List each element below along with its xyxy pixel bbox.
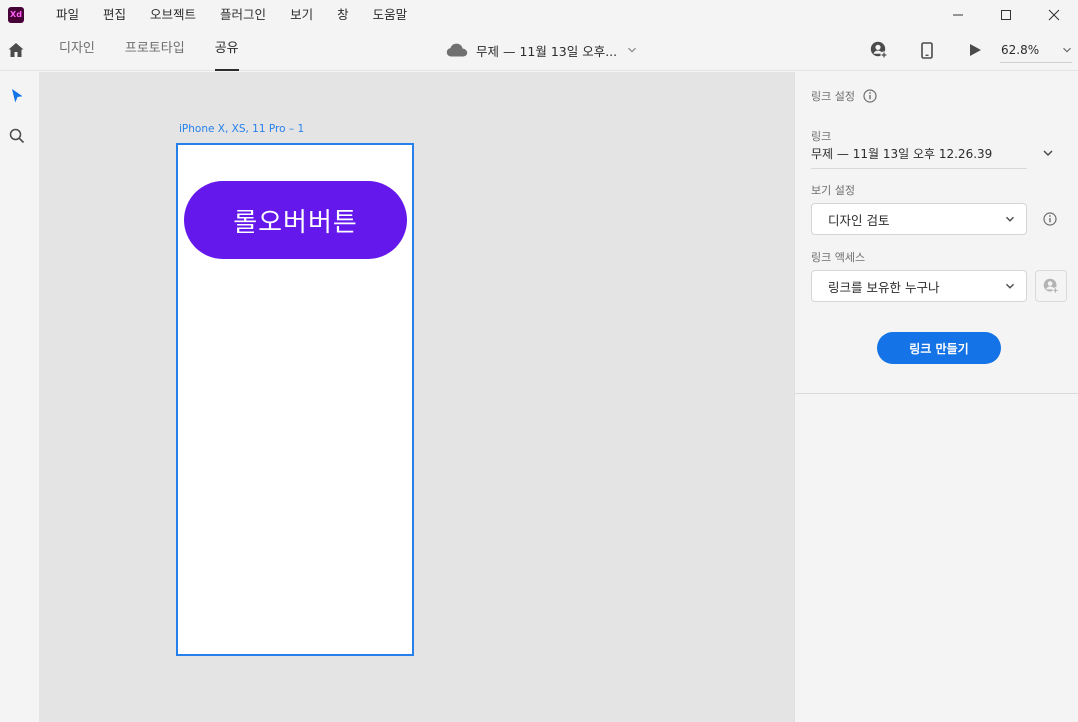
zoom-select[interactable]: 62.8% bbox=[1000, 37, 1072, 63]
menu-view[interactable]: 보기 bbox=[278, 0, 325, 29]
link-settings-section: 링크 설정 링크 무제 — 11월 13일 오후 12.26.39 보기 설정 … bbox=[795, 72, 1078, 394]
link-dropdown-button[interactable] bbox=[1041, 146, 1055, 160]
preview-play-button[interactable] bbox=[966, 41, 984, 59]
user-add-icon bbox=[870, 41, 888, 59]
share-panel: 링크 설정 링크 무제 — 11월 13일 오후 12.26.39 보기 설정 … bbox=[794, 72, 1078, 722]
menu-help[interactable]: 도움말 bbox=[361, 0, 420, 29]
design-canvas[interactable]: iPhone X, XS, 11 Pro – 1 롤오버버튼 bbox=[40, 72, 794, 722]
search-icon bbox=[9, 128, 25, 144]
tab-design[interactable]: 디자인 bbox=[44, 29, 110, 71]
tab-share[interactable]: 공유 bbox=[200, 29, 254, 71]
app-toolbar: 디자인 프로토타입 공유 무제 — 11월 13일 오후... 62.8% bbox=[0, 29, 1078, 71]
home-icon bbox=[8, 43, 24, 57]
link-settings-heading: 링크 설정 bbox=[811, 90, 855, 103]
minimize-icon bbox=[953, 14, 963, 15]
chevron-down-icon bbox=[1006, 216, 1014, 222]
chevron-down-icon bbox=[1043, 150, 1053, 157]
link-access-value: 링크를 보유한 누구나 bbox=[828, 279, 940, 295]
maximize-icon bbox=[1001, 9, 1011, 20]
chevron-down-icon bbox=[1063, 47, 1071, 53]
chevron-down-icon bbox=[1006, 283, 1014, 289]
cloud-icon bbox=[446, 43, 468, 57]
menu-bar: 파일 편집 오브젝트 플러그인 보기 창 도움말 bbox=[44, 0, 419, 29]
toolbar-right: 62.8% bbox=[870, 29, 1078, 71]
close-button[interactable] bbox=[1030, 0, 1078, 29]
maximize-button[interactable] bbox=[982, 0, 1030, 29]
link-name-field[interactable]: 무제 — 11월 13일 오후 12.26.39 bbox=[811, 145, 1027, 169]
menu-edit[interactable]: 편집 bbox=[91, 0, 138, 29]
info-icon bbox=[1043, 212, 1057, 226]
zoom-value: 62.8% bbox=[1001, 42, 1040, 57]
tab-prototype[interactable]: 프로토타입 bbox=[110, 29, 200, 71]
view-setting-dropdown[interactable]: 디자인 검토 bbox=[811, 203, 1027, 235]
menu-window[interactable]: 창 bbox=[325, 0, 361, 29]
view-setting-label: 보기 설정 bbox=[811, 184, 855, 197]
document-title-menu[interactable]: 무제 — 11월 13일 오후... bbox=[446, 29, 637, 71]
artboard-label[interactable]: iPhone X, XS, 11 Pro – 1 bbox=[179, 123, 304, 135]
menu-file[interactable]: 파일 bbox=[44, 0, 91, 29]
link-access-label: 링크 액세스 bbox=[811, 251, 866, 264]
tool-rail bbox=[0, 72, 40, 722]
chevron-down-icon bbox=[628, 47, 637, 53]
close-icon bbox=[1048, 9, 1060, 20]
artboard[interactable]: 롤오버버튼 bbox=[176, 143, 414, 656]
zoom-tool[interactable] bbox=[8, 127, 26, 145]
document-title: 무제 — 11월 13일 오후... bbox=[476, 43, 618, 59]
create-link-button[interactable]: 링크 만들기 bbox=[877, 332, 1001, 364]
link-settings-title: 링크 설정 bbox=[811, 88, 877, 104]
title-bar: Xd 파일 편집 오브젝트 플러그인 보기 창 도움말 bbox=[0, 0, 1078, 29]
link-access-dropdown[interactable]: 링크를 보유한 누구나 bbox=[811, 270, 1027, 302]
play-icon bbox=[970, 44, 981, 56]
minimize-button[interactable] bbox=[934, 0, 982, 29]
window-controls bbox=[934, 0, 1078, 29]
xd-logo: Xd bbox=[8, 6, 24, 23]
link-label: 링크 bbox=[811, 130, 832, 143]
menu-object[interactable]: 오브젝트 bbox=[138, 0, 208, 29]
view-setting-value: 디자인 검토 bbox=[828, 212, 890, 228]
menu-plugins[interactable]: 플러그인 bbox=[208, 0, 278, 29]
pointer-icon bbox=[12, 89, 23, 103]
invite-button[interactable] bbox=[870, 41, 888, 59]
view-setting-info-button[interactable] bbox=[1043, 212, 1057, 226]
invite-people-button[interactable] bbox=[1035, 270, 1067, 302]
info-icon[interactable] bbox=[863, 89, 877, 103]
rollover-button[interactable]: 롤오버버튼 bbox=[184, 181, 407, 259]
mobile-icon bbox=[921, 41, 933, 59]
home-button[interactable] bbox=[7, 41, 25, 59]
user-add-icon bbox=[1043, 278, 1059, 294]
device-preview-button[interactable] bbox=[918, 41, 936, 59]
mode-tabs: 디자인 프로토타입 공유 bbox=[44, 29, 254, 71]
select-tool[interactable] bbox=[8, 87, 26, 105]
